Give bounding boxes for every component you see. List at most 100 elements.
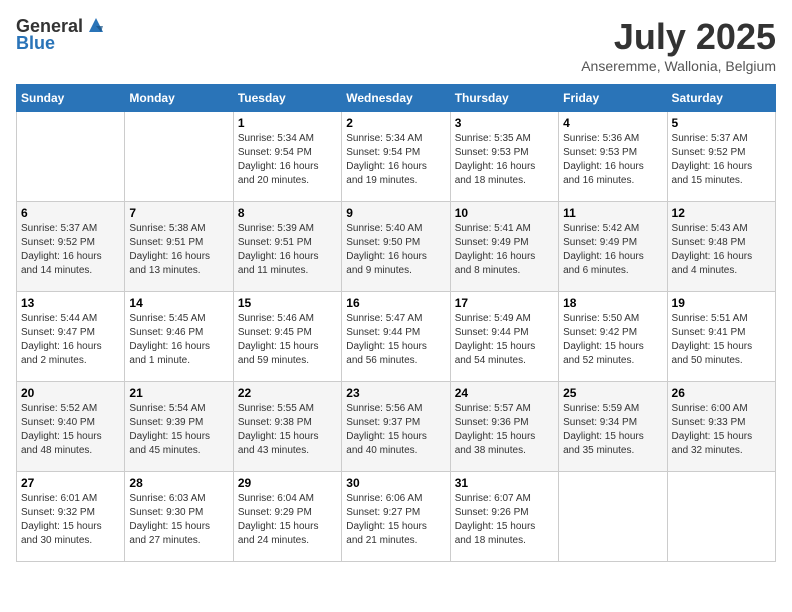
logo-icon xyxy=(85,14,107,36)
calendar-cell: 7 Sunrise: 5:38 AM Sunset: 9:51 PM Daylig… xyxy=(125,202,233,292)
week-row-5: 27 Sunrise: 6:01 AM Sunset: 9:32 PM Dayli… xyxy=(17,472,776,562)
calendar-cell: 15 Sunrise: 5:46 AM Sunset: 9:45 PM Dayli… xyxy=(233,292,341,382)
weekday-header-sunday: Sunday xyxy=(17,85,125,112)
day-number: 29 xyxy=(238,476,337,490)
calendar-cell: 10 Sunrise: 5:41 AM Sunset: 9:49 PM Dayli… xyxy=(450,202,558,292)
day-info: Sunrise: 5:34 AM Sunset: 9:54 PM Dayligh… xyxy=(346,132,445,188)
day-number: 28 xyxy=(129,476,228,490)
calendar-cell: 2 Sunrise: 5:34 AM Sunset: 9:54 PM Daylig… xyxy=(342,112,450,202)
week-row-1: 1 Sunrise: 5:34 AM Sunset: 9:54 PM Daylig… xyxy=(17,112,776,202)
day-number: 11 xyxy=(563,206,662,220)
calendar-cell: 25Sunrise: 5:59 AM Sunset: 9:34 PM Dayli… xyxy=(559,382,667,472)
day-info: Sunrise: 5:55 AM Sunset: 9:38 PM Dayligh… xyxy=(238,402,337,458)
day-number: 23 xyxy=(346,386,445,400)
calendar-cell: 31 Sunrise: 6:07 AM Sunset: 9:26 PM Dayli… xyxy=(450,472,558,562)
week-row-3: 13 Sunrise: 5:44 AM Sunset: 9:47 PM Dayli… xyxy=(17,292,776,382)
day-info: Sunrise: 5:34 AM Sunset: 9:54 PM Dayligh… xyxy=(238,132,337,188)
day-number: 30 xyxy=(346,476,445,490)
calendar-table: SundayMondayTuesdayWednesdayThursdayFrid… xyxy=(16,84,776,562)
day-info: Sunrise: 5:54 AM Sunset: 9:39 PM Dayligh… xyxy=(129,402,228,458)
day-number: 25 xyxy=(563,386,662,400)
day-info: Sunrise: 5:43 AM Sunset: 9:48 PM Dayligh… xyxy=(672,222,771,278)
weekday-header-tuesday: Tuesday xyxy=(233,85,341,112)
calendar-cell: 21 Sunrise: 5:54 AM Sunset: 9:39 PM Dayli… xyxy=(125,382,233,472)
calendar-cell: 22Sunrise: 5:55 AM Sunset: 9:38 PM Dayli… xyxy=(233,382,341,472)
week-row-2: 6 Sunrise: 5:37 AM Sunset: 9:52 PM Daylig… xyxy=(17,202,776,292)
calendar-cell: 17 Sunrise: 5:49 AM Sunset: 9:44 PM Dayli… xyxy=(450,292,558,382)
day-number: 27 xyxy=(21,476,120,490)
weekday-header-monday: Monday xyxy=(125,85,233,112)
day-info: Sunrise: 5:52 AM Sunset: 9:40 PM Dayligh… xyxy=(21,402,120,458)
day-info: Sunrise: 5:38 AM Sunset: 9:51 PM Dayligh… xyxy=(129,222,228,278)
day-info: Sunrise: 5:49 AM Sunset: 9:44 PM Dayligh… xyxy=(455,312,554,368)
day-info: Sunrise: 5:36 AM Sunset: 9:53 PM Dayligh… xyxy=(563,132,662,188)
day-info: Sunrise: 5:42 AM Sunset: 9:49 PM Dayligh… xyxy=(563,222,662,278)
day-info: Sunrise: 5:37 AM Sunset: 9:52 PM Dayligh… xyxy=(672,132,771,188)
day-info: Sunrise: 6:04 AM Sunset: 9:29 PM Dayligh… xyxy=(238,492,337,548)
calendar-cell: 4Sunrise: 5:36 AM Sunset: 9:53 PM Daylig… xyxy=(559,112,667,202)
week-row-4: 20Sunrise: 5:52 AM Sunset: 9:40 PM Dayli… xyxy=(17,382,776,472)
calendar-cell: 13 Sunrise: 5:44 AM Sunset: 9:47 PM Dayli… xyxy=(17,292,125,382)
calendar-cell xyxy=(667,472,775,562)
calendar-cell: 28 Sunrise: 6:03 AM Sunset: 9:30 PM Dayli… xyxy=(125,472,233,562)
day-number: 2 xyxy=(346,116,445,130)
calendar-cell: 1 Sunrise: 5:34 AM Sunset: 9:54 PM Daylig… xyxy=(233,112,341,202)
calendar-cell: 6 Sunrise: 5:37 AM Sunset: 9:52 PM Daylig… xyxy=(17,202,125,292)
day-number: 31 xyxy=(455,476,554,490)
day-info: Sunrise: 6:01 AM Sunset: 9:32 PM Dayligh… xyxy=(21,492,120,548)
day-info: Sunrise: 5:44 AM Sunset: 9:47 PM Dayligh… xyxy=(21,312,120,368)
weekday-header-thursday: Thursday xyxy=(450,85,558,112)
day-info: Sunrise: 5:39 AM Sunset: 9:51 PM Dayligh… xyxy=(238,222,337,278)
weekday-header-friday: Friday xyxy=(559,85,667,112)
calendar-cell: 5 Sunrise: 5:37 AM Sunset: 9:52 PM Daylig… xyxy=(667,112,775,202)
day-info: Sunrise: 5:57 AM Sunset: 9:36 PM Dayligh… xyxy=(455,402,554,458)
calendar-cell: 14 Sunrise: 5:45 AM Sunset: 9:46 PM Dayli… xyxy=(125,292,233,382)
day-info: Sunrise: 5:45 AM Sunset: 9:46 PM Dayligh… xyxy=(129,312,228,368)
day-number: 18 xyxy=(563,296,662,310)
day-number: 17 xyxy=(455,296,554,310)
day-number: 26 xyxy=(672,386,771,400)
day-number: 13 xyxy=(21,296,120,310)
day-number: 3 xyxy=(455,116,554,130)
logo: General Blue xyxy=(16,16,107,54)
day-info: Sunrise: 5:40 AM Sunset: 9:50 PM Dayligh… xyxy=(346,222,445,278)
day-info: Sunrise: 5:56 AM Sunset: 9:37 PM Dayligh… xyxy=(346,402,445,458)
calendar-cell xyxy=(559,472,667,562)
day-info: Sunrise: 6:00 AM Sunset: 9:33 PM Dayligh… xyxy=(672,402,771,458)
day-number: 14 xyxy=(129,296,228,310)
day-info: Sunrise: 6:07 AM Sunset: 9:26 PM Dayligh… xyxy=(455,492,554,548)
day-info: Sunrise: 5:37 AM Sunset: 9:52 PM Dayligh… xyxy=(21,222,120,278)
calendar-cell xyxy=(125,112,233,202)
calendar-cell xyxy=(17,112,125,202)
calendar-cell: 29 Sunrise: 6:04 AM Sunset: 9:29 PM Dayli… xyxy=(233,472,341,562)
day-info: Sunrise: 6:03 AM Sunset: 9:30 PM Dayligh… xyxy=(129,492,228,548)
day-number: 15 xyxy=(238,296,337,310)
day-number: 16 xyxy=(346,296,445,310)
calendar-cell: 19 Sunrise: 5:51 AM Sunset: 9:41 PM Dayli… xyxy=(667,292,775,382)
calendar-cell: 9Sunrise: 5:40 AM Sunset: 9:50 PM Daylig… xyxy=(342,202,450,292)
day-number: 7 xyxy=(129,206,228,220)
day-info: Sunrise: 6:06 AM Sunset: 9:27 PM Dayligh… xyxy=(346,492,445,548)
calendar-cell: 27 Sunrise: 6:01 AM Sunset: 9:32 PM Dayli… xyxy=(17,472,125,562)
weekday-header-saturday: Saturday xyxy=(667,85,775,112)
title-block: July 2025 Anseremme, Wallonia, Belgium xyxy=(581,16,776,74)
calendar-cell: 30 Sunrise: 6:06 AM Sunset: 9:27 PM Dayli… xyxy=(342,472,450,562)
day-number: 12 xyxy=(672,206,771,220)
day-number: 5 xyxy=(672,116,771,130)
calendar-cell: 20Sunrise: 5:52 AM Sunset: 9:40 PM Dayli… xyxy=(17,382,125,472)
calendar-cell: 18 Sunrise: 5:50 AM Sunset: 9:42 PM Dayli… xyxy=(559,292,667,382)
calendar-cell: 24Sunrise: 5:57 AM Sunset: 9:36 PM Dayli… xyxy=(450,382,558,472)
day-info: Sunrise: 5:51 AM Sunset: 9:41 PM Dayligh… xyxy=(672,312,771,368)
day-info: Sunrise: 5:35 AM Sunset: 9:53 PM Dayligh… xyxy=(455,132,554,188)
day-number: 19 xyxy=(672,296,771,310)
calendar-cell: 16Sunrise: 5:47 AM Sunset: 9:44 PM Dayli… xyxy=(342,292,450,382)
day-number: 6 xyxy=(21,206,120,220)
day-info: Sunrise: 5:41 AM Sunset: 9:49 PM Dayligh… xyxy=(455,222,554,278)
calendar-cell: 11 Sunrise: 5:42 AM Sunset: 9:49 PM Dayli… xyxy=(559,202,667,292)
day-info: Sunrise: 5:46 AM Sunset: 9:45 PM Dayligh… xyxy=(238,312,337,368)
day-number: 10 xyxy=(455,206,554,220)
day-number: 21 xyxy=(129,386,228,400)
day-info: Sunrise: 5:50 AM Sunset: 9:42 PM Dayligh… xyxy=(563,312,662,368)
day-number: 1 xyxy=(238,116,337,130)
calendar-cell: 26 Sunrise: 6:00 AM Sunset: 9:33 PM Dayli… xyxy=(667,382,775,472)
